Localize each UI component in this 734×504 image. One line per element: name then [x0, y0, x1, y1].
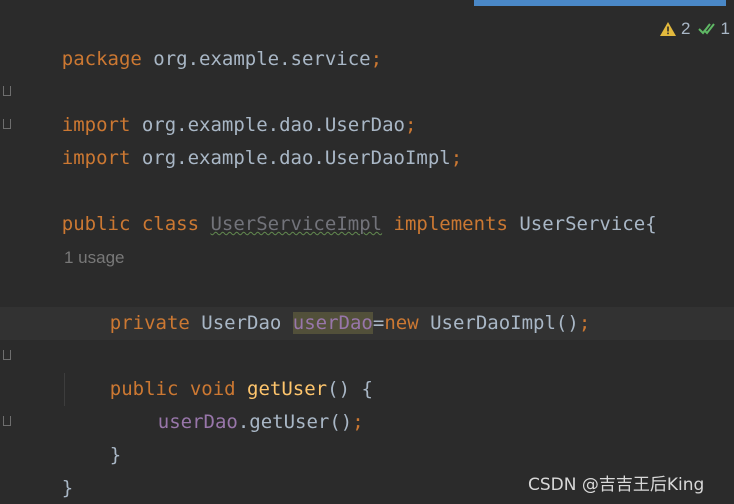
keyword: private — [109, 312, 190, 334]
fold-start-icon[interactable] — [3, 86, 11, 96]
fold-start-icon[interactable] — [3, 350, 11, 360]
editor-tab-indicator — [474, 0, 726, 6]
semicolon: ; — [370, 48, 383, 70]
assign-operator: = — [372, 312, 385, 334]
usage-hint[interactable]: 1 usage — [64, 241, 125, 274]
import-path: org.example.dao.UserDaoImpl — [130, 147, 451, 169]
warning-count: 2 — [681, 19, 691, 38]
code-line-import-userdaoimpl[interactable]: import org.example.dao.UserDaoImpl; — [16, 109, 462, 169]
code-line-method-call[interactable]: userDao.getUser(); — [112, 373, 364, 433]
keyword: import — [61, 147, 131, 169]
code-line-import-userdao[interactable]: import org.example.dao.UserDao; — [16, 76, 417, 136]
code-line-package[interactable]: package org.example.service; — [16, 10, 382, 70]
watermark: CSDN @吉吉王后King — [528, 475, 705, 495]
keyword: new — [384, 312, 419, 334]
semicolon: ; — [450, 147, 463, 169]
warning-triangle-icon — [659, 21, 677, 37]
interface-name: UserService{ — [519, 213, 657, 235]
inspection-widget[interactable]: 2 1 — [659, 18, 730, 40]
code-editor[interactable]: 2 1 package org.example.service; import … — [0, 0, 734, 504]
code-line-class-declaration[interactable]: public class UserServiceImpl implements … — [16, 175, 657, 235]
fold-end-icon[interactable] — [3, 416, 11, 426]
code-line-method-declaration[interactable]: public void getUser() { — [64, 340, 373, 400]
class-name: UserServiceImpl — [210, 213, 383, 235]
keyword: public class — [61, 213, 211, 235]
closing-brace: } — [109, 444, 122, 466]
code-line-method-close[interactable]: } — [64, 406, 121, 466]
keyword: implements — [382, 213, 520, 235]
semicolon: ; — [352, 411, 364, 433]
type-name: UserDao — [189, 312, 293, 334]
semicolon: ; — [578, 312, 591, 334]
keyword: package — [61, 48, 142, 70]
indent-guide — [64, 373, 65, 406]
constructor-call: UserDaoImpl() — [418, 312, 579, 334]
closing-brace: } — [61, 477, 74, 499]
double-check-icon — [698, 21, 716, 37]
package-name: org.example.service — [141, 48, 371, 70]
field-name: userDao — [292, 312, 373, 334]
fold-end-icon[interactable] — [3, 119, 11, 129]
ok-count: 1 — [720, 19, 730, 38]
code-line-field-declaration[interactable]: private UserDao userDao=new UserDaoImpl(… — [64, 274, 590, 334]
method-call: .getUser() — [237, 411, 353, 433]
code-line-class-close[interactable]: } — [16, 439, 73, 499]
field-reference: userDao — [157, 411, 238, 433]
